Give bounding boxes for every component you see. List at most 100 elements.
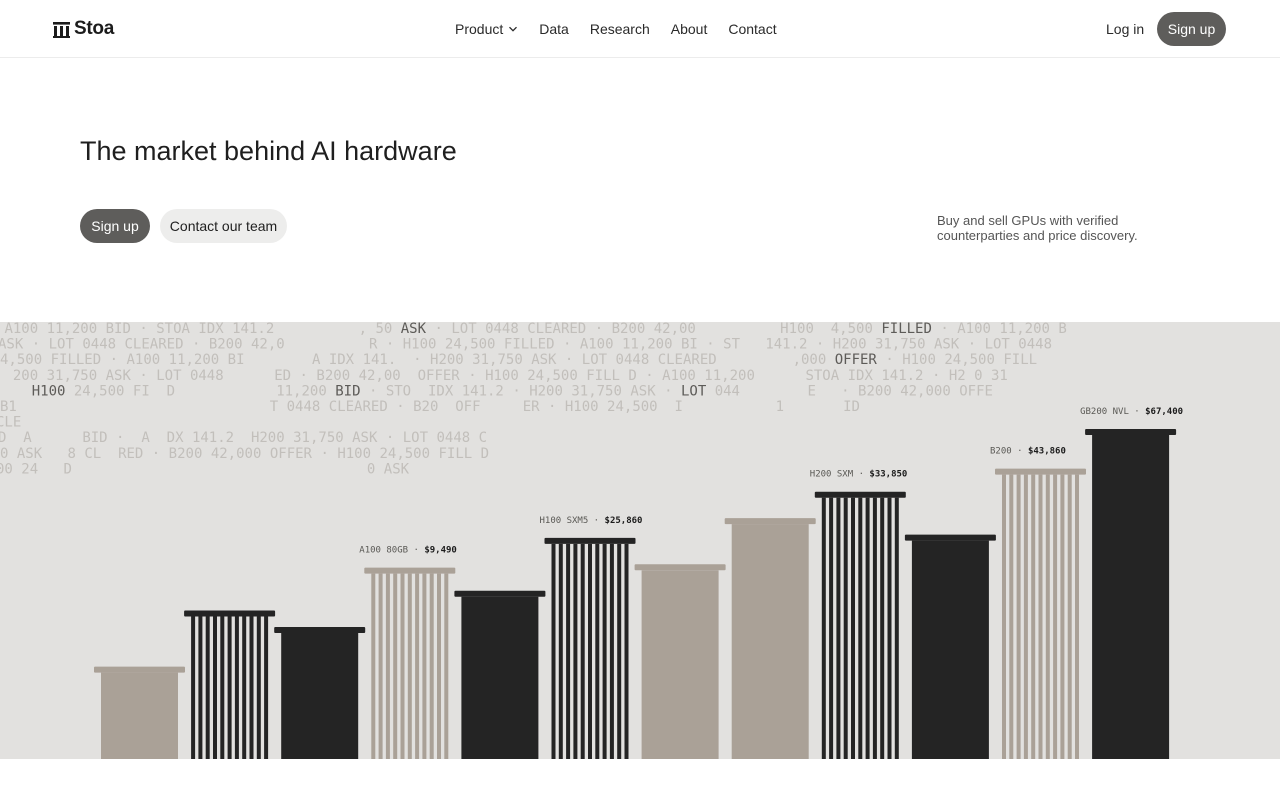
price-bar	[94, 666, 185, 759]
nav-item-product[interactable]: Product	[455, 21, 518, 37]
bar-cap	[814, 491, 906, 498]
nav-item-data[interactable]: Data	[539, 21, 569, 37]
nav-item-about[interactable]: About	[671, 21, 708, 37]
bar-slat	[1045, 474, 1050, 759]
bar-slat	[437, 573, 441, 759]
nav-item-label: Contact	[728, 21, 777, 37]
nav-item-contact[interactable]: Contact	[728, 21, 776, 37]
bar-cap	[454, 590, 546, 597]
nav-item-label: Data	[539, 21, 569, 37]
price-bar	[814, 491, 906, 759]
price-bar-chart: A100 80GB · $9,490 H100 SXM5 · $25,860 H20…	[94, 407, 1183, 759]
bar-annotation-price: $67,400	[1145, 407, 1183, 417]
bar-annotation: A100 80GB · $9,490	[359, 546, 457, 556]
price-bar	[724, 518, 816, 759]
bar-slat	[220, 616, 225, 759]
bar-slat	[407, 573, 412, 759]
bar-slat	[213, 616, 217, 759]
bar-cap	[634, 564, 726, 571]
bar-slat	[205, 616, 210, 759]
price-bar	[904, 534, 996, 759]
hero-description: Buy and sell GPUs with verified counterp…	[937, 213, 1138, 243]
bar-slat	[1060, 474, 1065, 759]
brand-logo[interactable]: Stoa	[53, 18, 114, 40]
bar-slat	[872, 497, 877, 759]
bar-slat	[894, 497, 899, 759]
bar-cap	[274, 627, 366, 633]
bar-annotation: B200 · $43,860	[990, 447, 1066, 457]
bar-slat	[836, 497, 841, 759]
bar-slat	[573, 543, 578, 759]
bar-slat	[887, 497, 892, 759]
nav-item-research[interactable]: Research	[590, 21, 650, 37]
bar-annotation-price: $43,860	[1028, 447, 1066, 457]
bar-annotation-label: H100 SXM5 ·	[540, 516, 605, 526]
bar-body	[461, 596, 539, 759]
bar-slat	[444, 573, 449, 759]
bar-slat	[880, 497, 885, 759]
bar-annotation-label: A100 80GB ·	[359, 546, 424, 556]
bar-body	[731, 524, 809, 759]
bar-slat	[1009, 474, 1014, 759]
bar-slat	[422, 573, 427, 759]
price-bar	[1085, 429, 1177, 759]
bar-annotation-label: B200 ·	[990, 447, 1028, 457]
bar-slat	[558, 543, 563, 759]
bar-annotation: H100 SXM5 · $25,860	[540, 516, 643, 526]
bar-cap	[184, 610, 276, 617]
bar-slat	[595, 543, 600, 759]
bar-slat	[858, 497, 863, 759]
bar-slat	[821, 497, 826, 759]
contact-team-button[interactable]: Contact our team	[160, 209, 287, 243]
bar-slat	[400, 573, 405, 759]
price-bar	[544, 537, 636, 759]
hero-title: The market behind AI hardware	[80, 136, 457, 166]
bar-cap	[724, 518, 816, 525]
nav-signup-button[interactable]: Sign up	[1157, 12, 1226, 46]
bar-slat	[378, 573, 383, 759]
bar-slat	[227, 616, 232, 759]
bar-cap	[995, 468, 1086, 475]
bar-body	[281, 633, 359, 759]
bar-cap	[544, 537, 636, 544]
bar-cap	[1085, 429, 1177, 435]
bar-body	[911, 540, 989, 759]
bar-annotation-price: $33,850	[869, 470, 907, 480]
bar-annotation: GB200 NVL · $67,400	[1080, 407, 1183, 417]
bar-slat	[851, 497, 855, 759]
bar-slat	[1075, 474, 1079, 759]
bar-body	[1092, 435, 1170, 759]
bar-slat	[1023, 474, 1028, 759]
bar-slat	[249, 616, 254, 759]
bar-slat	[415, 573, 420, 759]
bar-slat	[843, 497, 848, 759]
login-link[interactable]: Log in	[1106, 21, 1144, 37]
bar-slat	[624, 543, 629, 759]
hero-signup-button[interactable]: Sign up	[80, 209, 150, 243]
nav-item-label: Research	[589, 21, 650, 37]
bar-slat	[551, 543, 556, 759]
bar-slat	[191, 616, 196, 759]
bar-body	[641, 570, 719, 759]
bar-slat	[264, 616, 269, 759]
price-bar	[634, 564, 726, 759]
chevron-down-icon	[509, 26, 518, 32]
bar-slat	[393, 573, 398, 759]
bar-slat	[566, 543, 571, 759]
bar-slat	[1038, 474, 1043, 759]
bar-slat	[865, 497, 870, 759]
bar-slat	[609, 543, 614, 759]
nav-links: Product Data Research About Contact	[455, 21, 777, 37]
bar-slat	[1016, 474, 1021, 759]
bar-slat	[242, 616, 247, 759]
bar-slat	[198, 616, 203, 759]
bar-slat	[256, 616, 261, 759]
bar-annotation-price: $25,860	[605, 516, 643, 526]
bar-annotation-label: GB200 NVL ·	[1080, 407, 1145, 417]
price-bar	[454, 590, 546, 759]
price-bar	[364, 567, 456, 759]
price-bar	[274, 627, 366, 759]
price-bar	[184, 610, 276, 759]
bar-slat	[371, 573, 376, 759]
top-navigation: Stoa Product Data Research About Contact…	[0, 0, 1280, 58]
